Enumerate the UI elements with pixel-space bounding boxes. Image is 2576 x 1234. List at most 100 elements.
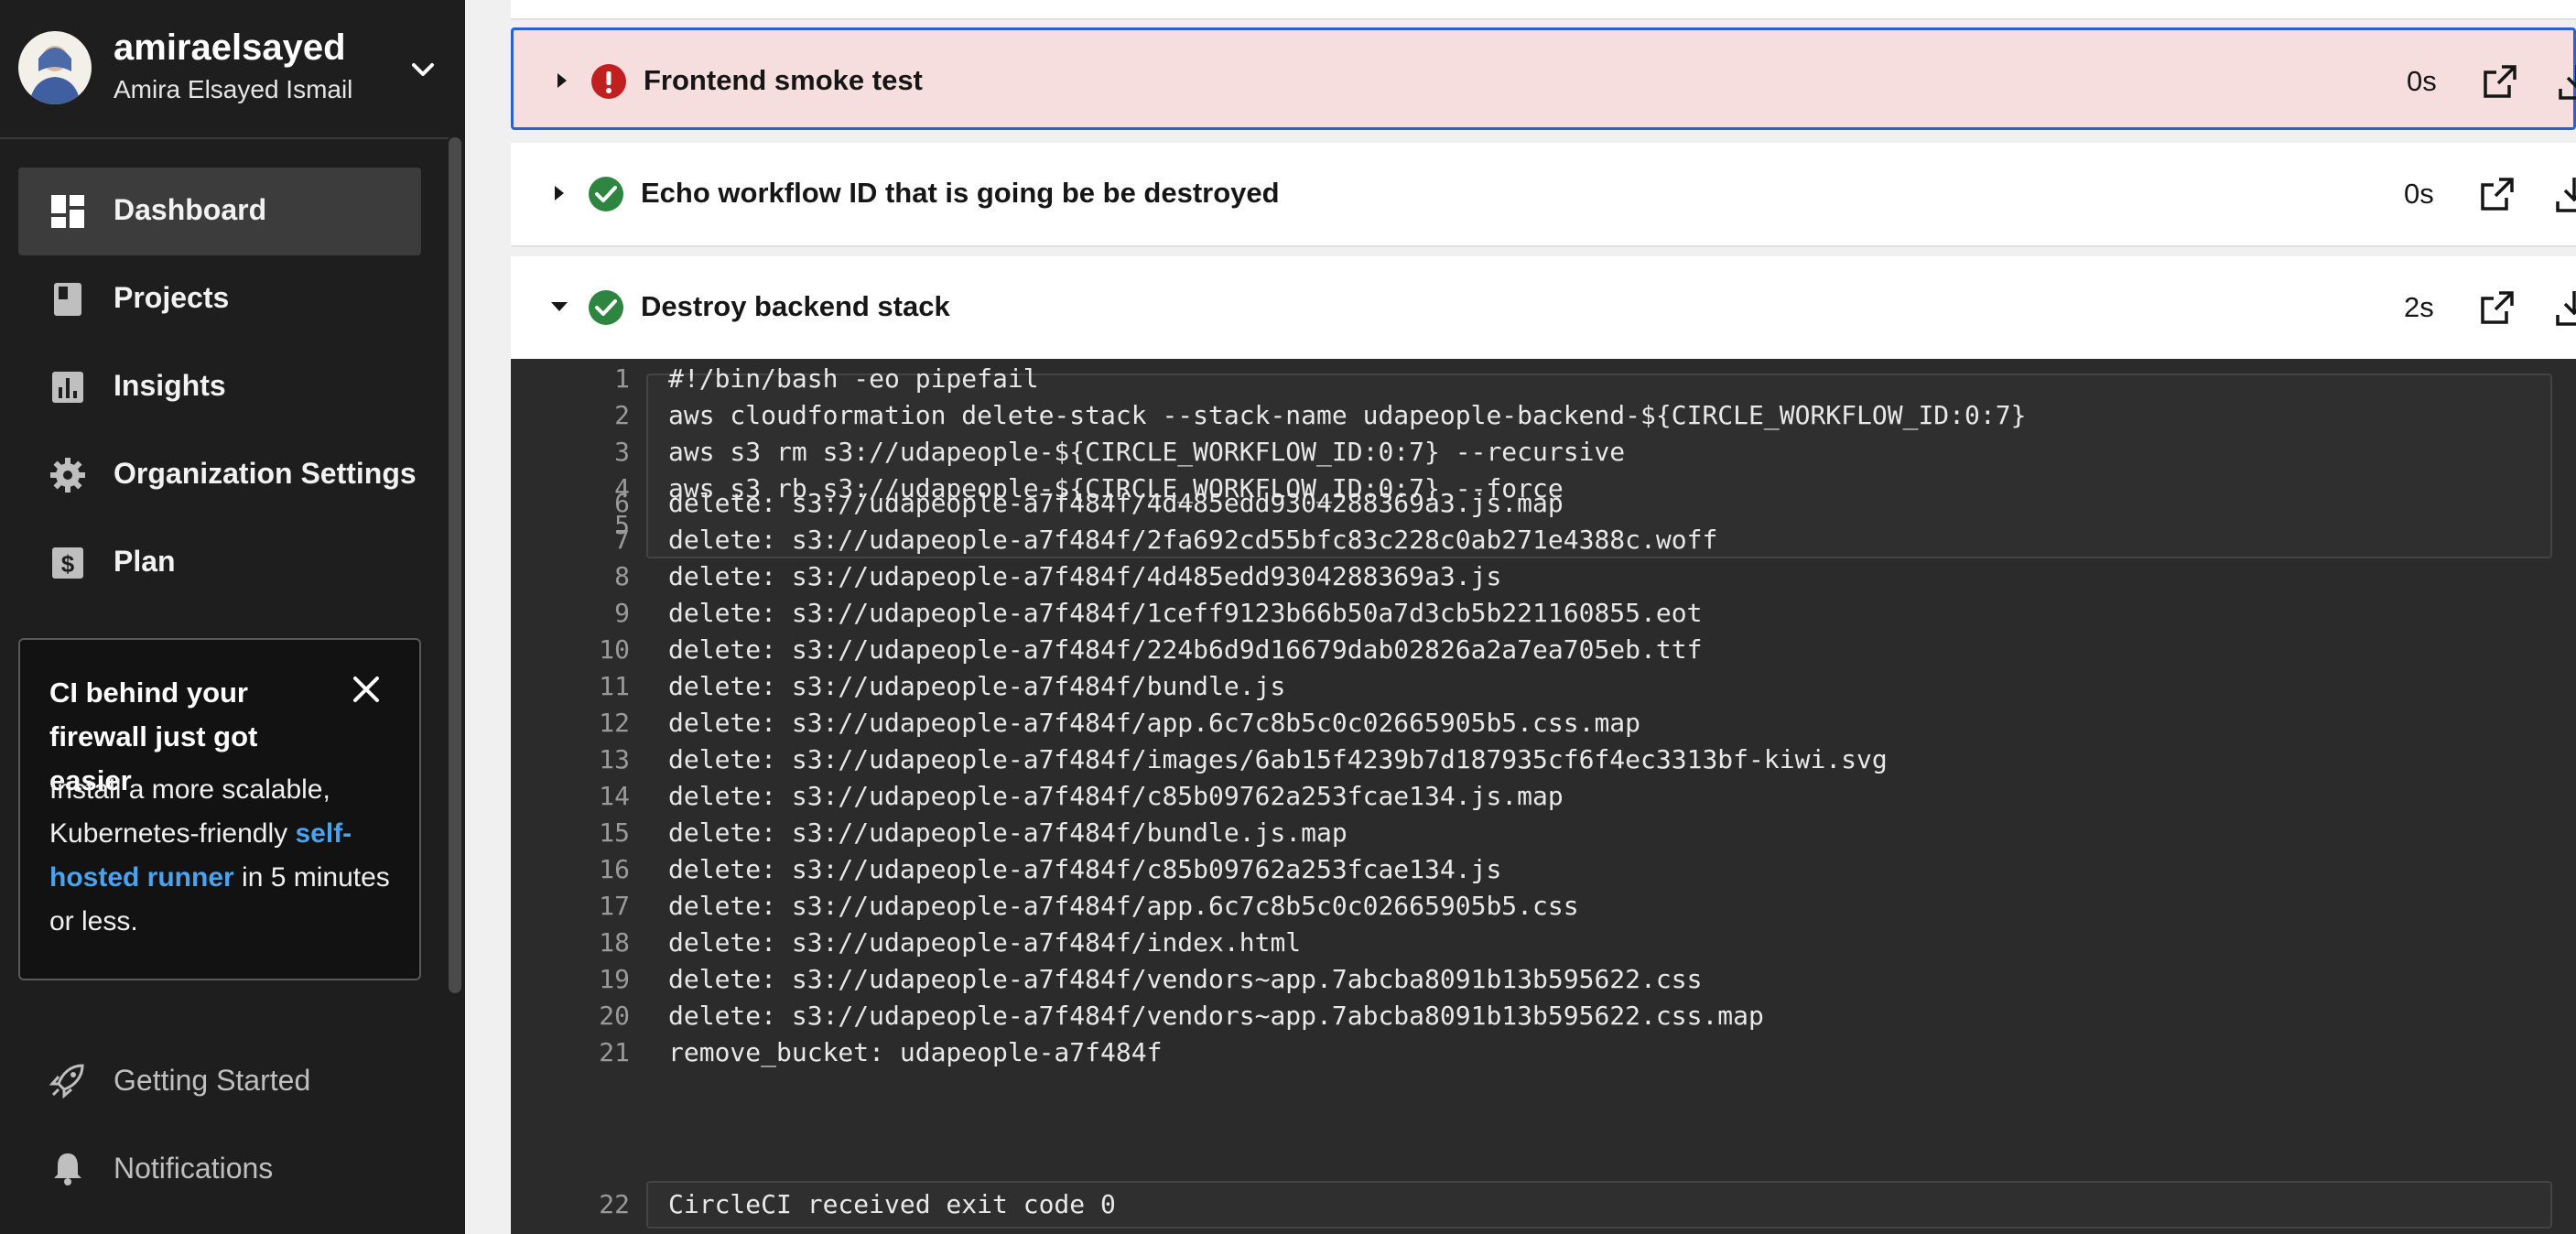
bell-icon: [54, 1153, 81, 1185]
caret-right-icon[interactable]: [547, 181, 571, 205]
log-line-text: delete: s3://udapeople-a7f484f/bundle.js…: [668, 817, 1348, 848]
log-line-text: remove_bucket: udapeople-a7f484f: [668, 1037, 1163, 1067]
step-row-echo-workflow-id[interactable]: Echo workflow ID that is going be be des…: [511, 143, 2576, 247]
step-row-destroy-backend-stack[interactable]: Destroy backend stack 2s: [511, 256, 2576, 361]
sidebar-item-insights[interactable]: Insights: [18, 343, 421, 431]
external-link-icon[interactable]: [2479, 176, 2516, 212]
step-title: Frontend smoke test: [644, 64, 923, 96]
download-icon[interactable]: [2554, 287, 2576, 328]
success-icon: [589, 177, 623, 211]
log-line-number: 2: [614, 400, 630, 430]
log-line-number: 18: [599, 927, 630, 958]
log-line-text: delete: s3://udapeople-a7f484f/1ceff9123…: [668, 598, 1703, 628]
chevron-down-icon[interactable]: [405, 51, 441, 88]
sidebar-item-plan[interactable]: $ Plan: [18, 519, 421, 607]
sidebar-item-label: Dashboard: [114, 193, 267, 226]
log-line-number: 14: [599, 781, 630, 811]
user-full-name: Amira Elsayed Ismail: [114, 75, 353, 103]
sidebar-item-getting-started[interactable]: Getting Started: [18, 1044, 421, 1117]
error-icon: [591, 64, 626, 99]
sidebar-item-label: Notifications: [114, 1152, 274, 1185]
dashboard-icon: [51, 195, 84, 228]
log-line-text: aws cloudformation delete-stack --stack-…: [668, 400, 2027, 430]
log-line: 3 aws s3 rm s3://udapeople-${CIRCLE_WORKF…: [511, 434, 2525, 471]
log-line-number: 15: [599, 817, 630, 848]
log-line-number: 7: [614, 525, 630, 555]
close-icon[interactable]: [350, 673, 383, 706]
sidebar-item-notifications[interactable]: Notifications: [18, 1131, 421, 1205]
log-line: 17 delete: s3://udapeople-a7f484f/app.6c7…: [511, 888, 2525, 925]
log-line-text: delete: s3://udapeople-a7f484f/c85b09762…: [668, 781, 1564, 811]
log-line-text: delete: s3://udapeople-a7f484f/c85b09762…: [668, 854, 1502, 884]
log-line-number: 20: [599, 1001, 630, 1031]
promo-body: Install a more scalable, Kubernetes-frie…: [49, 768, 397, 944]
log-line: 9 delete: s3://udapeople-a7f484f/1ceff912…: [511, 595, 2525, 632]
log-line-number: 17: [599, 891, 630, 921]
step-duration: 0s: [2407, 65, 2437, 97]
log-line-text: delete: s3://udapeople-a7f484f/app.6c7c8…: [668, 891, 1579, 921]
log-line: 12 delete: s3://udapeople-a7f484f/app.6c7…: [511, 705, 2525, 741]
user-menu[interactable]: amiraelsayed Amira Elsayed Ismail: [18, 27, 439, 110]
log-line: 6 delete: s3://udapeople-a7f484f/4d485edd…: [511, 485, 2525, 522]
log-line: 11 delete: s3://udapeople-a7f484f/bundle.…: [511, 668, 2525, 705]
log-line: 10 delete: s3://udapeople-a7f484f/224b6d9…: [511, 632, 2525, 668]
sidebar-item-label: Plan: [114, 545, 176, 578]
rocket-icon: [49, 1064, 84, 1099]
caret-right-icon[interactable]: [550, 69, 574, 92]
log-line-number: 3: [614, 437, 630, 467]
log-line-number: 19: [599, 964, 630, 994]
step-title: Echo workflow ID that is going be be des…: [641, 177, 1280, 209]
log-line-number: 1: [614, 363, 630, 394]
sidebar-item-label: Getting Started: [114, 1064, 311, 1097]
external-link-icon[interactable]: [2479, 289, 2516, 326]
sidebar-item-dashboard[interactable]: Dashboard: [18, 168, 421, 255]
step-duration: 2s: [2404, 291, 2434, 323]
sidebar-item-label: Projects: [114, 281, 230, 314]
step-log-output[interactable]: 1 #!/bin/bash -eo pipefail 2 aws cloudforma…: [511, 359, 2576, 1234]
log-line-text: CircleCI received exit code 0: [668, 1189, 1116, 1219]
log-line: 13 delete: s3://udapeople-a7f484f/images/…: [511, 741, 2525, 778]
dollar-icon: $: [52, 547, 83, 579]
sidebar-item-label: Insights: [114, 369, 226, 402]
log-line-number: 21: [599, 1037, 630, 1067]
step-title: Destroy backend stack: [641, 290, 950, 322]
log-line-text: delete: s3://udapeople-a7f484f/app.6c7c8…: [668, 708, 1641, 738]
log-line-number: 9: [614, 598, 630, 628]
insights-icon: [52, 372, 83, 403]
sidebar-item-projects[interactable]: Projects: [18, 255, 421, 343]
previous-step-edge: [511, 0, 2576, 20]
sidebar-scrollbar[interactable]: [449, 137, 461, 993]
username: amiraelsayed: [114, 27, 346, 68]
log-line: 2 aws cloudformation delete-stack --stack…: [511, 397, 2525, 434]
step-row-frontend-smoke-test[interactable]: Frontend smoke test 0s: [511, 27, 2576, 130]
log-line-text: delete: s3://udapeople-a7f484f/4d485edd9…: [668, 561, 1502, 591]
log-line: 1 #!/bin/bash -eo pipefail: [511, 361, 2525, 397]
log-line: 16 delete: s3://udapeople-a7f484f/c85b097…: [511, 851, 2525, 888]
step-duration: 0s: [2404, 178, 2434, 210]
download-icon[interactable]: [2554, 174, 2576, 214]
caret-down-icon[interactable]: [547, 295, 571, 319]
log-line-number: 10: [599, 634, 630, 665]
divider: [0, 137, 449, 139]
log-line-text: delete: s3://udapeople-a7f484f/2fa692cd5…: [668, 525, 1718, 555]
log-line: 8 delete: s3://udapeople-a7f484f/4d485edd…: [511, 558, 2525, 595]
log-line-number: 13: [599, 744, 630, 774]
log-line-text: delete: s3://udapeople-a7f484f/vendors~a…: [668, 964, 1703, 994]
sidebar-item-organization-settings[interactable]: Organization Settings: [18, 431, 421, 519]
log-line-number: 22: [599, 1189, 630, 1219]
log-line-number: 8: [614, 561, 630, 591]
log-line: 20 delete: s3://udapeople-a7f484f/vendors…: [511, 998, 2525, 1034]
external-link-icon[interactable]: [2482, 63, 2518, 100]
log-line-number: 6: [614, 488, 630, 518]
avatar: [18, 31, 92, 104]
main-content: Frontend smoke test 0s Echo workflow ID …: [465, 0, 2576, 1234]
log-line-text: delete: s3://udapeople-a7f484f/4d485edd9…: [668, 488, 1564, 518]
log-line-text: #!/bin/bash -eo pipefail: [668, 363, 1039, 394]
sidebar-item-label: Organization Settings: [114, 457, 417, 490]
svg-text:$: $: [61, 550, 75, 578]
log-line: 14 delete: s3://udapeople-a7f484f/c85b097…: [511, 778, 2525, 815]
log-line-text: delete: s3://udapeople-a7f484f/index.htm…: [668, 927, 1302, 958]
log-line: 15 delete: s3://udapeople-a7f484f/bundle.…: [511, 815, 2525, 851]
download-icon[interactable]: [2557, 61, 2576, 102]
log-line: 18 delete: s3://udapeople-a7f484f/index.h…: [511, 925, 2525, 961]
